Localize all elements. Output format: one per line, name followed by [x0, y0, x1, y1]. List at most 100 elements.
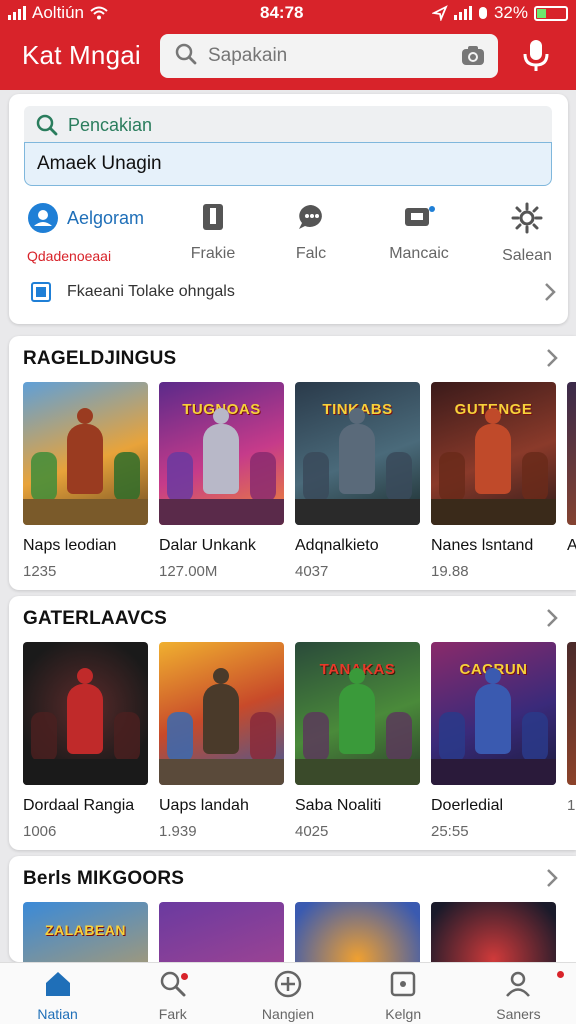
- game-artwork: GUTENGE: [431, 382, 556, 525]
- nav-search-label: Fark: [158, 1006, 187, 1022]
- chevron-right-icon[interactable]: [546, 608, 558, 633]
- game-artwork: TANAKAS: [295, 642, 420, 785]
- game-title: A: [567, 537, 576, 554]
- game-artwork: [159, 902, 284, 962]
- game-tile[interactable]: TANAKAS Saba Noaliti 4025: [295, 642, 420, 840]
- search-field-header[interactable]: Pencakian: [24, 106, 552, 144]
- consent-row[interactable]: Fkaeani Tolake ohngals: [31, 282, 556, 302]
- settings-icon: [511, 202, 543, 234]
- game-artwork: TUGNOAS: [159, 382, 284, 525]
- quick-action-3[interactable]: Falc: [271, 202, 351, 263]
- search-icon: [36, 114, 58, 136]
- game-title: Uaps landah: [159, 797, 249, 814]
- profile-icon: [506, 971, 531, 997]
- bottom-navigation: Natian Fark Nangien Kelgn Saners: [0, 962, 576, 1024]
- game-tile[interactable]: [295, 902, 420, 962]
- game-count: 25:55: [431, 823, 469, 840]
- chevron-right-icon[interactable]: [546, 348, 558, 373]
- search-card: Pencakian Amaek Unagin Aelgoram Qdadenoe…: [9, 94, 568, 324]
- game-count: 1.939: [159, 823, 197, 840]
- game-title: Dalar Unkank: [159, 537, 256, 554]
- cell-signal-icon: [453, 6, 472, 20]
- game-title: Saba Noaliti: [295, 797, 382, 814]
- chat-icon: [299, 205, 322, 229]
- print-icon: [405, 206, 435, 226]
- game-tile[interactable]: TINKABS Adqnalkieto 4037: [295, 382, 420, 580]
- game-count: 127.00M: [159, 563, 218, 580]
- search-query-field[interactable]: Amaek Unagin: [24, 142, 552, 186]
- game-count: 1006: [23, 823, 57, 840]
- nav-add[interactable]: Nangien: [230, 963, 345, 1024]
- game-count: 1: [567, 797, 576, 814]
- game-tile[interactable]: Naps leodian 1235: [23, 382, 148, 580]
- game-artwork: [567, 382, 576, 525]
- search-query-value: Amaek Unagin: [37, 153, 162, 174]
- battery-percent: 32%: [493, 3, 528, 22]
- game-tile[interactable]: Dordaal Rangia 1006: [23, 642, 148, 840]
- battery-icon: [534, 5, 568, 21]
- consent-text: Fkaeani Tolake ohngals: [67, 283, 235, 300]
- game-tile[interactable]: GUTENGE Nanes lsntand 19.88: [431, 382, 556, 580]
- chevron-right-icon[interactable]: [546, 868, 558, 893]
- nav-profile-label: Saners: [496, 1006, 541, 1022]
- section-title: RAGELDJINGUS: [23, 348, 177, 369]
- microphone-icon[interactable]: [520, 38, 552, 79]
- game-tile[interactable]: Uaps landah 1.939: [159, 642, 284, 840]
- quick-action-4-label: Mancaic: [389, 245, 449, 262]
- game-artwork: [23, 642, 148, 785]
- tablet-icon: [203, 204, 223, 230]
- game-count: 4025: [295, 823, 329, 840]
- notification-dot: [556, 971, 564, 978]
- game-artwork: [295, 902, 420, 962]
- quick-action-2-label: Frakie: [190, 245, 236, 262]
- nav-home-label: Natian: [37, 1006, 78, 1022]
- game-section-2: GATERLAAVCS Dordaal Rangia 1006 Uaps lan…: [9, 596, 576, 850]
- search-field-label: Pencakian: [68, 114, 153, 135]
- nav-search[interactable]: Fark: [115, 963, 230, 1024]
- carrier-name: Aoltiún: [32, 3, 84, 22]
- top-search-bar[interactable]: [160, 34, 498, 78]
- camera-icon[interactable]: [460, 44, 486, 73]
- home-icon: [45, 972, 70, 996]
- top-app-bar: Aoltiún 84:78 32% Kat Mngai: [0, 0, 576, 90]
- game-title: Nanes lsntand: [431, 537, 534, 554]
- add-circle-icon: [274, 970, 302, 998]
- alarm-icon: [478, 7, 487, 19]
- nav-square[interactable]: Kelgn: [346, 963, 461, 1024]
- game-tile[interactable]: TUGNOAS Dalar Unkank 127.00M: [159, 382, 284, 580]
- status-bar: Aoltiún 84:78 32%: [0, 0, 576, 26]
- game-title: Naps leodian: [23, 537, 117, 554]
- game-tile[interactable]: [431, 902, 556, 962]
- nav-home[interactable]: Natian: [0, 963, 115, 1024]
- game-artwork: [159, 642, 284, 785]
- game-artwork: [431, 902, 556, 962]
- signal-icon: [8, 6, 26, 20]
- location-icon: [431, 5, 448, 21]
- nav-profile[interactable]: Saners: [461, 963, 576, 1024]
- top-search-input[interactable]: [208, 45, 448, 67]
- quick-action-4[interactable]: Mancaic: [379, 202, 459, 263]
- quick-action-account[interactable]: Aelgoram Qdadenoeaai: [27, 202, 144, 264]
- game-tile[interactable]: 1: [567, 642, 576, 840]
- quick-action-5[interactable]: Salean: [487, 202, 567, 265]
- game-artwork: ZALABEAN: [23, 902, 148, 962]
- status-time: 84:78: [260, 3, 304, 22]
- checkmark-icon: [36, 287, 46, 297]
- wifi-icon: [90, 6, 108, 20]
- nav-square-label: Kelgn: [385, 1006, 422, 1022]
- chevron-right-icon: [544, 282, 556, 307]
- quick-action-5-label: Salean: [502, 247, 552, 264]
- game-tile[interactable]: CACRUN Doerledial 25:55: [431, 642, 556, 840]
- checkbox[interactable]: [31, 282, 51, 302]
- game-tile[interactable]: ZALABEAN: [23, 902, 148, 962]
- game-artwork: CACRUN: [431, 642, 556, 785]
- game-tile[interactable]: A: [567, 382, 576, 580]
- game-artwork: [23, 382, 148, 525]
- game-count: 19.88: [431, 563, 469, 580]
- section-title: GATERLAAVCS: [23, 608, 167, 629]
- game-title: Doerledial: [431, 797, 504, 814]
- game-title: Adqnalkieto: [295, 537, 379, 554]
- game-count: 1235: [23, 563, 57, 580]
- quick-action-2[interactable]: Frakie: [173, 202, 253, 263]
- game-tile[interactable]: [159, 902, 284, 962]
